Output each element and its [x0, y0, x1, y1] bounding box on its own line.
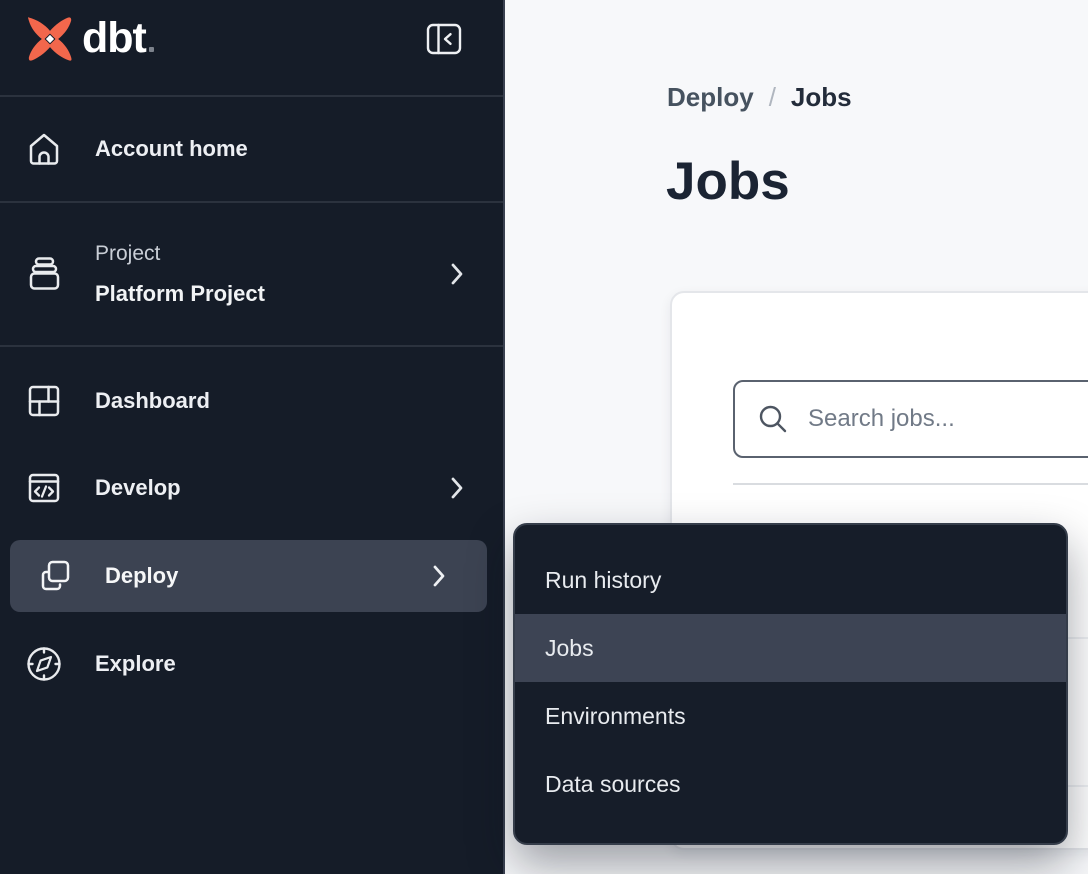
- brand-wordmark: dbt: [82, 13, 154, 63]
- search-box[interactable]: [733, 380, 1088, 458]
- sidebar-item-label: Account home: [95, 136, 248, 162]
- sidebar-item-dashboard[interactable]: Dashboard: [0, 351, 505, 451]
- logo-row: dbt: [0, 0, 503, 95]
- main-content: Deploy / Jobs Jobs Run history Job: [507, 0, 1088, 874]
- sidebar-item-explore[interactable]: Explore: [0, 614, 505, 714]
- breadcrumb-separator: /: [769, 82, 776, 113]
- sidebar-item-label: Develop: [95, 475, 181, 501]
- sidebar-item-label: Deploy: [105, 563, 178, 589]
- chevron-right-icon: [431, 564, 447, 588]
- project-kicker: Project: [95, 234, 265, 274]
- page-title: Jobs: [666, 151, 790, 212]
- divider: [0, 345, 503, 347]
- project-stack-icon: [24, 254, 64, 294]
- code-window-icon: [24, 468, 64, 508]
- compass-icon: [24, 644, 64, 684]
- collapse-sidebar-icon[interactable]: [426, 23, 462, 55]
- divider: [733, 483, 1088, 485]
- breadcrumb: Deploy / Jobs: [667, 82, 852, 113]
- home-icon: [24, 129, 64, 169]
- flyout-item-jobs[interactable]: Jobs: [515, 614, 1066, 682]
- sidebar-item-label: Explore: [95, 651, 176, 677]
- chevron-right-icon: [449, 476, 465, 500]
- dashboard-icon: [24, 381, 64, 421]
- dbt-logo-icon: [26, 15, 74, 63]
- project-name: Platform Project: [95, 274, 265, 314]
- sidebar-item-project[interactable]: Project Platform Project: [0, 203, 505, 345]
- search-icon: [757, 403, 789, 435]
- deploy-icon: [34, 556, 74, 596]
- sidebar-item-deploy[interactable]: Deploy: [10, 540, 487, 612]
- search-input[interactable]: [806, 404, 1088, 434]
- sidebar-item-develop[interactable]: Develop: [0, 438, 505, 538]
- deploy-flyout-menu: Run history Jobs Environments Data sourc…: [513, 523, 1068, 845]
- sidebar-item-label: Dashboard: [95, 388, 210, 414]
- breadcrumb-current: Jobs: [791, 82, 852, 113]
- flyout-item-data-sources[interactable]: Data sources: [515, 750, 1066, 818]
- project-labels: Project Platform Project: [95, 234, 265, 314]
- flyout-item-environments[interactable]: Environments: [515, 682, 1066, 750]
- breadcrumb-parent[interactable]: Deploy: [667, 82, 754, 113]
- chevron-right-icon: [449, 262, 465, 286]
- app-window: dbt Account home: [0, 0, 1088, 874]
- sidebar-item-account-home[interactable]: Account home: [0, 96, 505, 201]
- sidebar: dbt Account home: [0, 0, 505, 874]
- flyout-item-run-history[interactable]: Run history: [515, 546, 1066, 614]
